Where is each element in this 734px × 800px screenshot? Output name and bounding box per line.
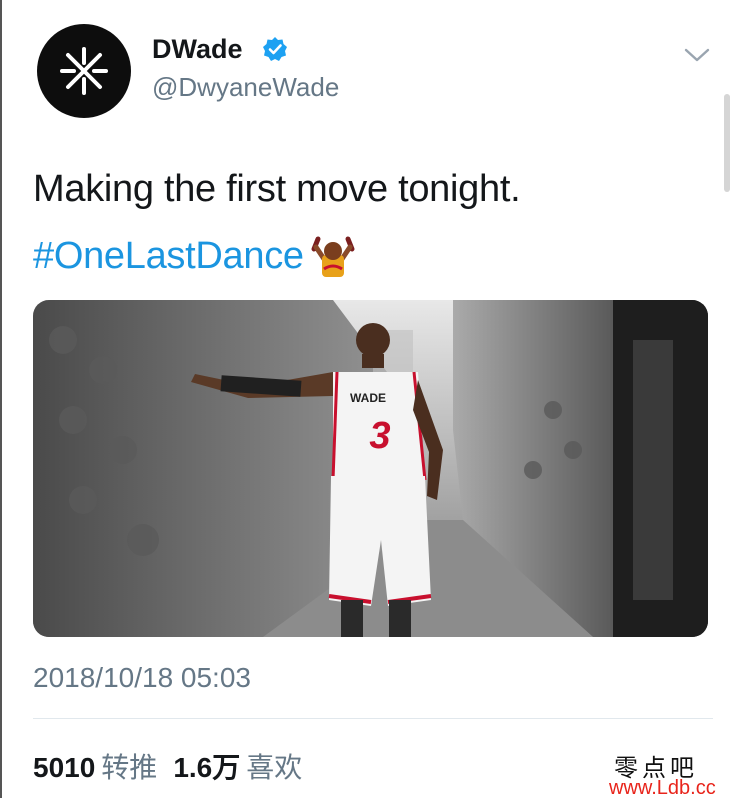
verified-badge-icon [263, 37, 287, 61]
divider [33, 718, 713, 719]
like-count[interactable]: 1.6万 [173, 746, 240, 786]
jersey-name: WADE [350, 391, 386, 405]
tweet-stats: 5010 转推 1.6万 喜欢 [33, 746, 318, 786]
retweet-label[interactable]: 转推 [101, 746, 157, 786]
display-name[interactable]: DWade [152, 34, 243, 65]
avatar[interactable] [37, 24, 131, 118]
hashtag-link[interactable]: #OneLastDance [33, 235, 304, 278]
retweet-count[interactable]: 5010 [33, 752, 95, 784]
tweet-timestamp[interactable]: 2018/10/18 05:03 [33, 662, 251, 694]
tweet-text: Making the first move tonight. [33, 168, 521, 210]
scrollbar[interactable] [724, 94, 730, 192]
wade-logo-icon [60, 47, 108, 95]
user-handle[interactable]: @DwyaneWade [152, 72, 339, 103]
wade-dance-emoji [311, 236, 355, 277]
watermark-url: www.Ldb.cc [609, 777, 716, 799]
like-label[interactable]: 喜欢 [246, 746, 302, 786]
tweet-photo[interactable]: WADE 3 [33, 300, 708, 637]
chevron-down-icon[interactable] [683, 44, 711, 66]
photo-hallway-image: WADE 3 [33, 300, 708, 637]
hashtag-row: #OneLastDance [33, 230, 356, 282]
jersey-number: 3 [369, 415, 390, 457]
